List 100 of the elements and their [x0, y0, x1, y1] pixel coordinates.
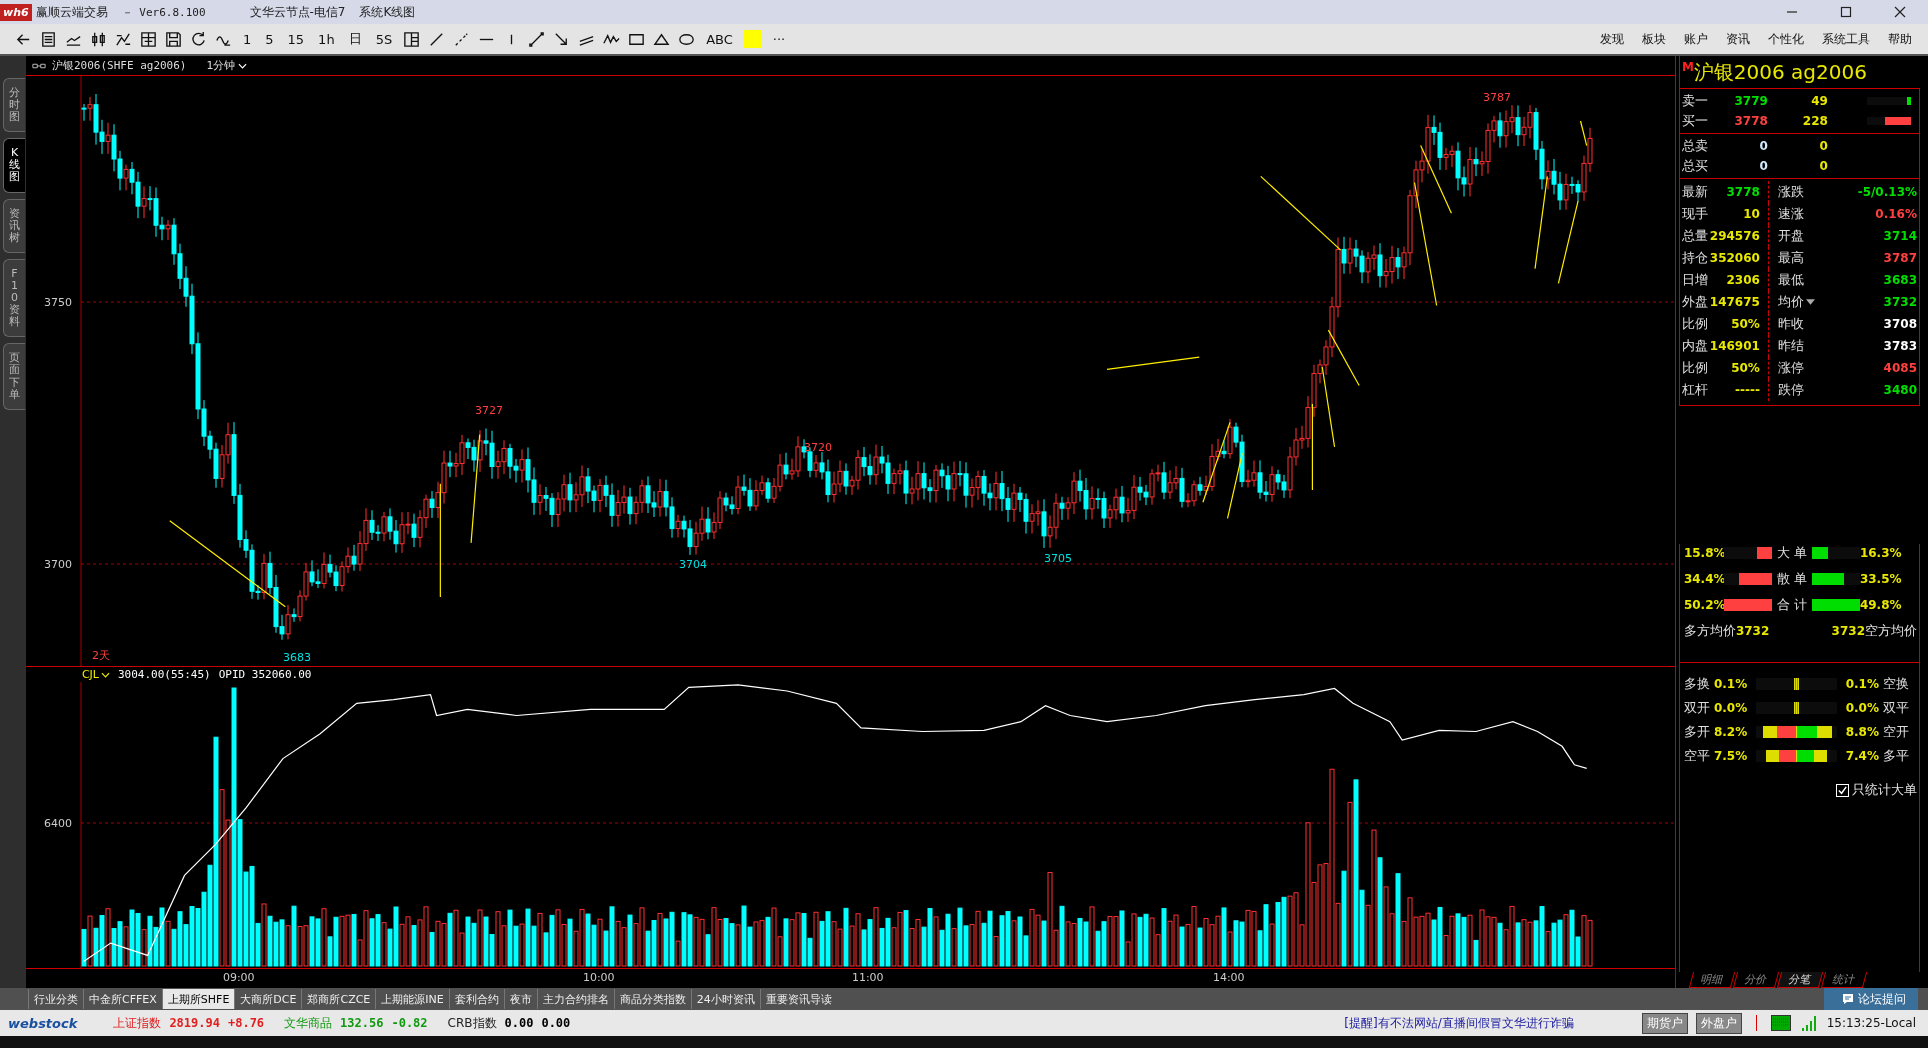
side-tab[interactable]: K线图: [3, 138, 25, 193]
market-tab[interactable]: 大商所DCE: [234, 989, 302, 1009]
layout-icon[interactable]: [402, 29, 422, 49]
panel-tab[interactable]: 分价: [1732, 972, 1780, 988]
market-tab[interactable]: 郑商所CZCE: [301, 989, 376, 1009]
only-large-checkbox[interactable]: [1836, 783, 1849, 797]
panel-tab[interactable]: 明细: [1688, 972, 1736, 988]
menu-item[interactable]: 板块: [1636, 30, 1672, 48]
toolbar-button[interactable]: 5S: [371, 31, 397, 47]
indicator-dropdown[interactable]: CJL: [81, 668, 110, 681]
quote-value: 3783: [1882, 339, 1917, 353]
quote-value: 3732: [1882, 295, 1917, 309]
quote-value: 147675: [1708, 295, 1760, 309]
percent-value: 16.3%: [1859, 546, 1900, 560]
volume-reading: 3004.00(55:45): [117, 668, 211, 681]
quote-label: 总量: [1681, 227, 1708, 245]
market-tab[interactable]: 夜市: [503, 989, 537, 1009]
market-tab[interactable]: 商品分类指数: [613, 989, 691, 1009]
market-tab[interactable]: 上期能源INE: [375, 989, 449, 1009]
flow-label: 合 计: [1775, 596, 1808, 614]
menu-item[interactable]: 发现: [1594, 30, 1630, 48]
view-name: 系统K线图: [359, 3, 416, 21]
side-tab[interactable]: 分时图: [3, 78, 25, 133]
caret-icon: [100, 671, 110, 678]
side-tab[interactable]: F10资料: [3, 258, 25, 338]
y-axis-label: 3750: [43, 296, 72, 309]
percent-value: 50.2%: [1683, 598, 1724, 612]
menu-item[interactable]: 资讯: [1720, 30, 1756, 48]
x-axis-label: 14:00: [1212, 971, 1245, 984]
close-icon[interactable]: [1894, 6, 1906, 18]
quote-label: 速涨: [1777, 205, 1804, 223]
position-label: 空开: [1882, 723, 1909, 741]
x-axis-label: 10:00: [582, 971, 615, 984]
y-axis-label: 3700: [43, 558, 72, 571]
segment-icon[interactable]: [527, 29, 547, 49]
quote-label: 均价: [1777, 293, 1804, 311]
market-tab[interactable]: 上期所SHFE: [161, 989, 235, 1009]
quote-label: 卖一: [1681, 92, 1708, 110]
menu-item[interactable]: 帮助: [1882, 30, 1918, 48]
quote-value: 50%: [1730, 317, 1760, 331]
menu-item[interactable]: 系统工具: [1816, 30, 1876, 48]
toolbar-button[interactable]: 1: [239, 31, 256, 47]
quote-label: 日增: [1681, 271, 1708, 289]
toolbar-button[interactable]: 1h: [314, 31, 339, 47]
quote-label: 昨结: [1777, 337, 1804, 355]
market-tab[interactable]: 中金所CFFEX: [83, 989, 162, 1009]
percent-value: 8.2%: [1713, 725, 1749, 739]
quote-value: 2306: [1725, 273, 1760, 287]
price-mark: 3727: [474, 404, 503, 417]
volume-value: 228: [1801, 114, 1828, 128]
side-tab[interactable]: 资讯树: [3, 198, 25, 253]
account-button[interactable]: 外盘户: [1695, 1012, 1742, 1034]
maximize-icon[interactable]: [1840, 6, 1852, 18]
percent-value: 33.5%: [1859, 572, 1900, 586]
percent-value: 34.4%: [1683, 572, 1724, 586]
market-tab[interactable]: 重要资讯导读: [759, 989, 837, 1009]
save-icon[interactable]: [164, 29, 183, 49]
quote-label: 昨收: [1777, 315, 1804, 333]
quote-value: 3683: [1882, 273, 1917, 287]
toolbar-button[interactable]: 日: [344, 30, 366, 48]
list-icon[interactable]: [39, 29, 58, 49]
span-label: 2天: [91, 649, 110, 662]
toolbar-button[interactable]: ABC: [702, 31, 737, 47]
position-label: 双平: [1882, 699, 1909, 717]
forum-button[interactable]: 论坛提问: [1824, 988, 1918, 1010]
index-change: 0.00: [541, 1016, 571, 1030]
menu-item[interactable]: 个性化: [1762, 30, 1810, 48]
dropdown-caret-icon[interactable]: [1805, 299, 1815, 305]
market-tab[interactable]: 24小时资讯: [690, 989, 760, 1009]
toolbar-button[interactable]: 15: [283, 31, 309, 47]
x-axis-label: 09:00: [222, 971, 255, 984]
side-tab[interactable]: 页面下单: [3, 343, 25, 410]
volume-value: 0: [1818, 159, 1828, 173]
y-axis-label: 6400: [43, 817, 72, 830]
market-tab[interactable]: 套利合约: [448, 989, 504, 1009]
panel-tab[interactable]: 分笔: [1776, 972, 1824, 988]
market-tab[interactable]: 行业分类: [28, 989, 83, 1009]
price-value: 3779: [1733, 94, 1768, 108]
quote-value: -----: [1734, 383, 1760, 397]
flow-label: 大 单: [1775, 544, 1808, 562]
panel-tab[interactable]: 统计: [1820, 972, 1868, 988]
market-tab[interactable]: 主力合约排名: [536, 989, 614, 1009]
quote-value: 3480: [1882, 383, 1917, 397]
percent-value: 49.8%: [1859, 598, 1900, 612]
quote-label: 买一: [1681, 112, 1708, 130]
quote-label: 最新: [1681, 183, 1708, 201]
account-button[interactable]: 期货户: [1641, 1012, 1688, 1034]
percent-value: 0.0%: [1713, 701, 1749, 715]
toolbar-button[interactable]: 5: [261, 31, 278, 47]
avg-label: 多方均价: [1683, 622, 1736, 640]
position-label: 双开: [1683, 699, 1710, 717]
grid-box-icon[interactable]: [139, 29, 158, 49]
toolbar-button[interactable]: ···: [768, 31, 790, 47]
period-dropdown[interactable]: 1分钟: [200, 57, 253, 74]
avg-label: 空方均价: [1865, 622, 1917, 640]
clock-time: 15:13:25-Local: [1826, 1016, 1916, 1030]
app-title: 赢顺云端交易: [35, 3, 108, 21]
warning-notice[interactable]: [提醒]有不法网站/直播间假冒文华进行诈骗: [1344, 1014, 1574, 1032]
menu-item[interactable]: 账户: [1678, 30, 1714, 48]
color-swatch-icon[interactable]: [742, 29, 763, 49]
